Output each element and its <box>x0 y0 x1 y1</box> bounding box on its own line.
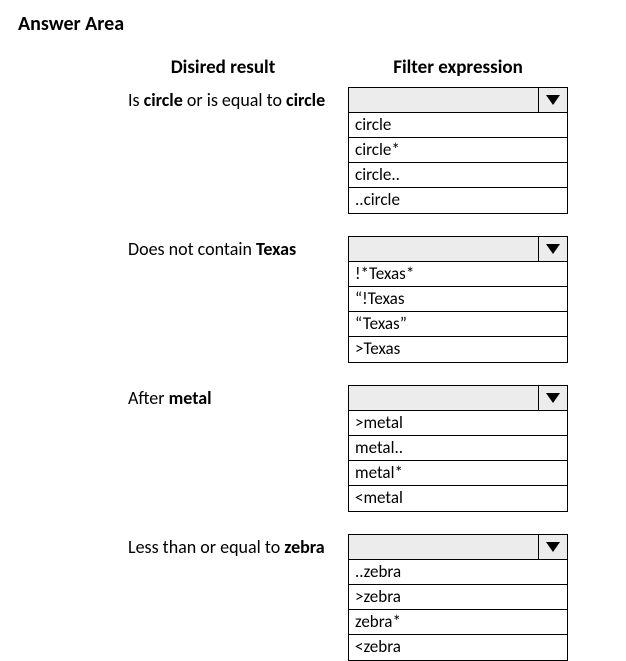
header-desired-result: Disired result <box>18 56 348 79</box>
filter-dropdown[interactable] <box>348 385 568 411</box>
dropdown-options-list: ..zebra >zebra zebra* <zebra <box>348 560 568 661</box>
text-part: Does not contain <box>128 238 256 260</box>
text-part: Less than or equal to <box>128 536 284 558</box>
dropdown-selected-field[interactable] <box>349 88 539 112</box>
question-row: Less than or equal to zebra ..zebra >zeb… <box>18 534 608 661</box>
dropdown-options-list: >metal metal.. metal* <metal <box>348 411 568 512</box>
filter-dropdown[interactable] <box>348 236 568 262</box>
text-bold: metal <box>169 387 212 409</box>
dropdown-option[interactable]: circle <box>349 113 567 138</box>
dropdown-option[interactable]: “!Texas <box>349 287 567 312</box>
desired-result-text: After metal <box>18 385 348 409</box>
text-bold: zebra <box>284 536 324 558</box>
dropdown-option[interactable]: <zebra <box>349 635 567 660</box>
dropdown-option[interactable]: metal* <box>349 461 567 486</box>
dropdown-option[interactable]: zebra* <box>349 610 567 635</box>
dropdown-option[interactable]: <metal <box>349 486 567 511</box>
filter-expression-group: >metal metal.. metal* <metal <box>348 385 568 512</box>
dropdown-toggle-button[interactable] <box>539 237 567 261</box>
dropdown-selected-field[interactable] <box>349 535 539 559</box>
question-row: After metal >metal metal.. metal* <metal <box>18 385 608 512</box>
dropdown-option[interactable]: !*Texas* <box>349 262 567 287</box>
text-part: After <box>128 387 169 409</box>
dropdown-options-list: !*Texas* “!Texas “Texas” >Texas <box>348 262 568 363</box>
question-row: Is circle or is equal to circle circle c… <box>18 87 608 214</box>
chevron-down-icon <box>546 95 560 105</box>
dropdown-selected-field[interactable] <box>349 237 539 261</box>
chevron-down-icon <box>546 393 560 403</box>
dropdown-option[interactable]: “Texas” <box>349 312 567 337</box>
page-title: Answer Area <box>18 12 608 36</box>
dropdown-option[interactable]: circle.. <box>349 163 567 188</box>
dropdown-toggle-button[interactable] <box>539 88 567 112</box>
filter-expression-group: !*Texas* “!Texas “Texas” >Texas <box>348 236 568 363</box>
dropdown-option[interactable]: >zebra <box>349 585 567 610</box>
text-bold: Texas <box>256 238 296 260</box>
header-filter-expression: Filter expression <box>348 56 568 79</box>
filter-expression-group: circle circle* circle.. ..circle <box>348 87 568 214</box>
dropdown-option[interactable]: ..circle <box>349 188 567 213</box>
dropdown-selected-field[interactable] <box>349 386 539 410</box>
dropdown-option[interactable]: metal.. <box>349 436 567 461</box>
chevron-down-icon <box>546 244 560 254</box>
text-part: or is equal to <box>183 89 286 111</box>
column-headers: Disired result Filter expression <box>18 56 608 79</box>
desired-result-text: Less than or equal to zebra <box>18 534 348 558</box>
text-bold: circle <box>286 89 325 111</box>
dropdown-option[interactable]: >Texas <box>349 337 567 362</box>
text-part: Is <box>128 89 144 111</box>
dropdown-option[interactable]: ..zebra <box>349 560 567 585</box>
desired-result-text: Does not contain Texas <box>18 236 348 260</box>
dropdown-option[interactable]: >metal <box>349 411 567 436</box>
dropdown-options-list: circle circle* circle.. ..circle <box>348 113 568 214</box>
dropdown-toggle-button[interactable] <box>539 386 567 410</box>
question-row: Does not contain Texas !*Texas* “!Texas … <box>18 236 608 363</box>
chevron-down-icon <box>546 542 560 552</box>
filter-expression-group: ..zebra >zebra zebra* <zebra <box>348 534 568 661</box>
desired-result-text: Is circle or is equal to circle <box>18 87 348 111</box>
dropdown-option[interactable]: circle* <box>349 138 567 163</box>
filter-dropdown[interactable] <box>348 87 568 113</box>
filter-dropdown[interactable] <box>348 534 568 560</box>
text-bold: circle <box>144 89 183 111</box>
dropdown-toggle-button[interactable] <box>539 535 567 559</box>
